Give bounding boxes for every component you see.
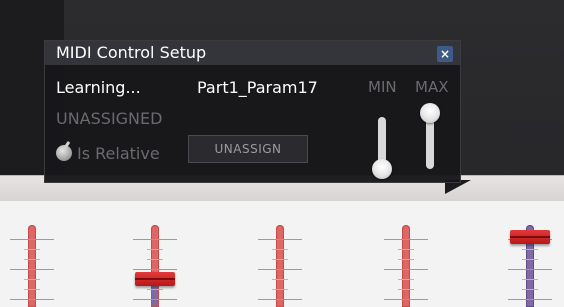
fader-tick — [508, 299, 552, 300]
fader-tick — [24, 259, 40, 260]
fader-track — [276, 225, 284, 307]
fader-tick — [133, 269, 177, 270]
fader-track — [28, 225, 36, 307]
fader-tick — [258, 299, 302, 300]
relative-knob-icon[interactable] — [56, 145, 72, 161]
fader-tick — [398, 249, 414, 250]
fader-tick — [10, 299, 54, 300]
fader-tick — [522, 259, 538, 260]
fader-cap[interactable] — [135, 272, 175, 286]
fader-tick — [508, 269, 552, 270]
is-relative-label[interactable]: Is Relative — [77, 144, 160, 163]
fader-tick — [522, 289, 538, 290]
fader-track — [402, 225, 410, 307]
fader-4[interactable] — [372, 215, 442, 307]
fader-track — [151, 225, 159, 307]
parameter-name: Part1_Param17 — [197, 78, 318, 97]
fader-tick — [398, 289, 414, 290]
fader-tick — [147, 289, 163, 290]
fader-tick — [24, 289, 40, 290]
fader-tick — [24, 279, 40, 280]
popup-title: MIDI Control Setup — [56, 43, 207, 62]
fader-3[interactable] — [246, 215, 316, 307]
fader-5[interactable] — [496, 215, 564, 307]
fader-tick — [258, 239, 302, 240]
fader-tick — [147, 259, 163, 260]
fader-tick — [272, 249, 288, 250]
unassign-button[interactable]: UNASSIGN — [188, 135, 308, 163]
fader-1[interactable] — [0, 215, 68, 307]
fader-tick — [272, 289, 288, 290]
fader-tick — [522, 279, 538, 280]
assignment-status: UNASSIGNED — [56, 109, 163, 128]
fader-tick — [398, 259, 414, 260]
fader-tick — [147, 249, 163, 250]
fader-tick — [384, 269, 428, 270]
fader-tick — [272, 259, 288, 260]
fader-tick — [133, 299, 177, 300]
fader-cap[interactable] — [510, 230, 550, 244]
fader-tick — [10, 239, 54, 240]
close-icon[interactable]: × — [437, 46, 453, 62]
max-label: MAX — [415, 78, 449, 96]
popup-title-bar: MIDI Control Setup × — [45, 41, 460, 65]
fader-tick — [10, 269, 54, 270]
fader-tick — [398, 279, 414, 280]
fader-tick — [384, 239, 428, 240]
fader-tick — [522, 249, 538, 250]
min-slider-thumb[interactable] — [372, 159, 392, 179]
midi-control-setup-popup: MIDI Control Setup × Learning... Part1_P… — [44, 40, 461, 183]
max-slider-thumb[interactable] — [420, 103, 440, 123]
fader-2[interactable] — [121, 215, 191, 307]
min-label: MIN — [368, 78, 397, 96]
learning-status: Learning... — [56, 78, 141, 97]
min-slider[interactable] — [372, 117, 392, 179]
fader-tick — [272, 279, 288, 280]
max-slider[interactable] — [420, 103, 440, 169]
fader-tick — [384, 299, 428, 300]
fader-tick — [258, 269, 302, 270]
fader-tick — [133, 239, 177, 240]
fader-tick — [24, 249, 40, 250]
